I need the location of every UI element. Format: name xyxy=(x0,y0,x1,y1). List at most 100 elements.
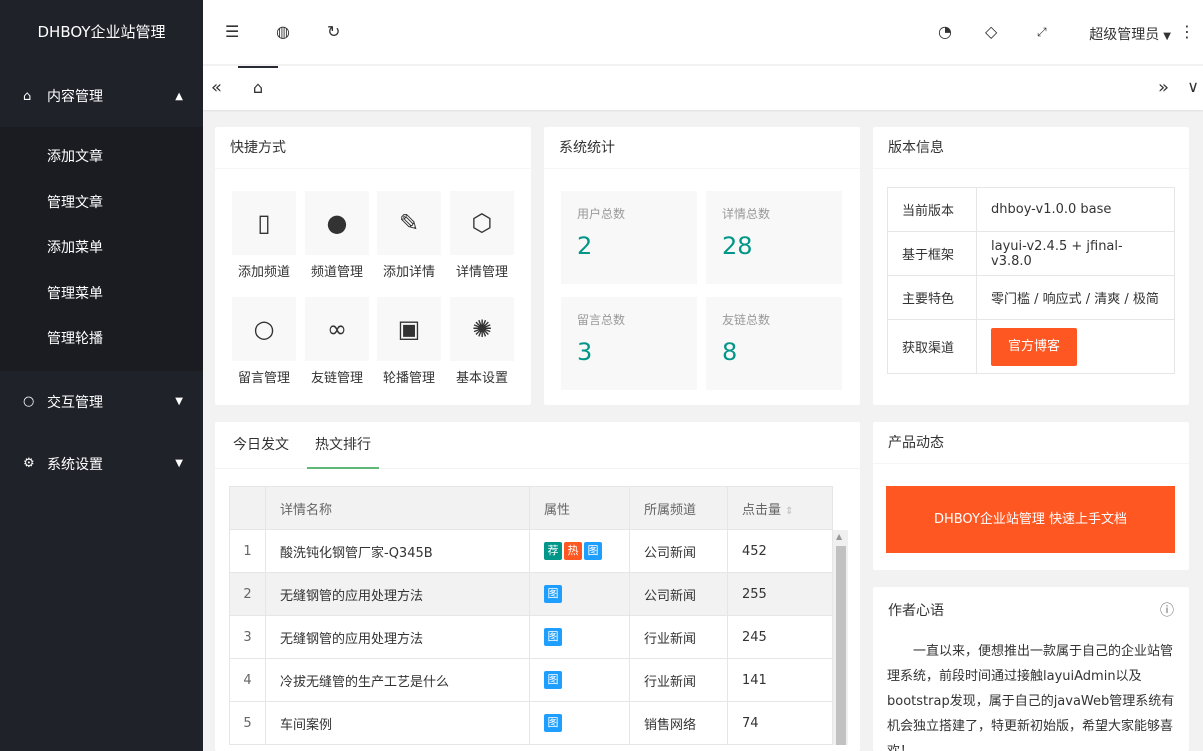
sort-icon[interactable]: ⇕ xyxy=(785,506,793,517)
scroll-thumb[interactable] xyxy=(836,546,846,745)
chevron-down-icon[interactable]: ∨ xyxy=(1187,77,1199,96)
sidebar-group-content[interactable]: ⌂ 内容管理 ▲ xyxy=(0,65,203,127)
shortcut-add-channel[interactable]: ▯ 添加频道 xyxy=(232,191,296,286)
stat-label: 用户总数 xyxy=(577,207,626,221)
tab-hot-ranking[interactable]: 热文排行 xyxy=(307,422,379,469)
app-logo[interactable]: DHBOY企业站管理 xyxy=(0,0,203,65)
shortcut-message-manage[interactable]: ○ 留言管理 xyxy=(232,297,296,392)
admin-menu[interactable]: 超级管理员 ▼ xyxy=(1089,24,1171,44)
more-icon[interactable]: ⋮ xyxy=(1179,22,1195,41)
shortcuts-card: 快捷方式 ▯ 添加频道 ● 频道管理 ✎ 添加详情 ⬡ 详情管理 ○ 留言管理 … xyxy=(215,127,531,405)
col-index xyxy=(229,486,266,530)
row-name[interactable]: 冷拔无缝管的生产工艺是什么 xyxy=(265,658,530,702)
table-row[interactable]: 3 无缝钢管的应用处理方法 图 行业新闻 245 xyxy=(229,615,833,659)
picture-icon: ▣ xyxy=(377,297,441,361)
table-header-row: 详情名称 属性 所属频道 点击量 ⇕ xyxy=(229,486,833,530)
row-index: 1 xyxy=(229,529,266,573)
version-value: dhboy-v1.0.0 base xyxy=(976,187,1175,232)
shortcut-label: 友链管理 xyxy=(310,371,363,386)
stat-details[interactable]: 详情总数 28 xyxy=(706,191,842,284)
shortcut-basic-settings[interactable]: ✺ 基本设置 xyxy=(450,297,514,392)
stat-value: 2 xyxy=(577,232,593,260)
col-name: 详情名称 xyxy=(265,486,530,530)
row-channel: 行业新闻 xyxy=(629,658,728,702)
shortcut-add-detail[interactable]: ✎ 添加详情 xyxy=(377,191,441,286)
row-channel: 销售网络 xyxy=(629,701,728,745)
row-channel: 行业新闻 xyxy=(629,615,728,659)
shortcut-link-manage[interactable]: ∞ 友链管理 xyxy=(305,297,369,392)
bubble-icon: ○ xyxy=(23,394,35,410)
version-key: 主要特色 xyxy=(887,275,977,320)
table-row[interactable]: 5 车间案例 图 销售网络 74 xyxy=(229,701,833,745)
tag-image: 图 xyxy=(544,628,562,646)
stat-links[interactable]: 友链总数 8 xyxy=(706,297,842,390)
tab-today-posts[interactable]: 今日发文 xyxy=(233,422,289,469)
stat-label: 友链总数 xyxy=(722,313,771,327)
card-title: 版本信息 xyxy=(873,127,1189,169)
tabs-scroll-right-icon[interactable]: » xyxy=(1158,77,1169,98)
tabs-scroll-left-icon[interactable]: « xyxy=(211,77,222,98)
stat-messages[interactable]: 留言总数 3 xyxy=(561,297,697,390)
row-clicks: 245 xyxy=(727,615,833,659)
version-key: 当前版本 xyxy=(887,187,977,232)
tab-home[interactable]: ⌂ xyxy=(238,66,278,110)
refresh-icon[interactable]: ↻ xyxy=(327,22,340,41)
col-attr: 属性 xyxy=(529,486,630,530)
shortcut-label: 详情管理 xyxy=(455,265,508,280)
sidebar-group-settings[interactable]: ⚙ 系统设置 ▼ xyxy=(0,433,203,495)
row-name[interactable]: 车间案例 xyxy=(265,701,530,745)
version-value: layui-v2.4.5 + jfinal-v3.8.0 xyxy=(976,231,1175,276)
row-name[interactable]: 无缝钢管的应用处理方法 xyxy=(265,615,530,659)
tag-recommend: 荐 xyxy=(544,542,562,560)
col-clicks[interactable]: 点击量 ⇕ xyxy=(727,486,833,530)
caret-down-icon: ▼ xyxy=(175,458,183,470)
row-channel: 公司新闻 xyxy=(629,529,728,573)
stat-value: 28 xyxy=(722,232,753,260)
compass-icon: ● xyxy=(305,191,369,255)
sidebar: DHBOY企业站管理 ⌂ 内容管理 ▲ 添加文章 管理文章 添加菜单 管理菜单 … xyxy=(0,0,203,751)
tag-icon[interactable]: ◇ xyxy=(985,22,997,41)
fullscreen-icon[interactable]: ⤢ xyxy=(1037,25,1047,40)
sidebar-group-interaction[interactable]: ○ 交互管理 ▼ xyxy=(0,371,203,433)
sidebar-item-manage-menu[interactable]: 管理菜单 xyxy=(0,272,203,318)
admin-name: 超级管理员 xyxy=(1089,27,1160,43)
menu-toggle-icon[interactable]: ☰ xyxy=(225,22,239,41)
quickstart-doc-button[interactable]: DHBOY企业站管理 快速上手文档 xyxy=(886,486,1175,553)
info-icon[interactable]: ⓘ xyxy=(1160,587,1174,635)
globe-icon[interactable]: ◍ xyxy=(276,22,290,41)
table-scrollbar[interactable]: ▲ xyxy=(833,530,848,745)
sidebar-item-manage-article[interactable]: 管理文章 xyxy=(0,181,203,227)
file-icon: ▯ xyxy=(232,191,296,255)
stat-value: 8 xyxy=(722,338,738,366)
stat-users[interactable]: 用户总数 2 xyxy=(561,191,697,284)
table-row[interactable]: 4 冷拔无缝管的生产工艺是什么 图 行业新闻 141 xyxy=(229,658,833,702)
shortcut-label: 留言管理 xyxy=(237,371,290,386)
tag-hot: 热 xyxy=(564,542,582,560)
row-name[interactable]: 酸洗钝化钢管厂家-Q345B xyxy=(265,529,530,573)
stats-card: 系统统计 用户总数 2 详情总数 28 留言总数 3 友链总数 8 xyxy=(544,127,860,405)
top-header: ☰ ◍ ↻ ◔ ◇ ⤢ 超级管理员 ▼ ⋮ xyxy=(203,0,1203,65)
scroll-up-icon[interactable]: ▲ xyxy=(836,532,842,541)
home-icon: ⌂ xyxy=(252,78,264,97)
sidebar-item-add-article[interactable]: 添加文章 xyxy=(0,135,203,181)
sidebar-item-manage-carousel[interactable]: 管理轮播 xyxy=(0,317,203,363)
table-row[interactable]: 1 酸洗钝化钢管厂家-Q345B 荐热图 公司新闻 452 xyxy=(229,529,833,573)
product-card: 产品动态 DHBOY企业站管理 快速上手文档 xyxy=(873,422,1189,570)
shortcut-label: 添加频道 xyxy=(237,265,290,280)
card-title: 快捷方式 xyxy=(215,127,531,169)
sidebar-item-add-menu[interactable]: 添加菜单 xyxy=(0,226,203,272)
page-tabs-bar: « ⌂ » ∨ xyxy=(203,66,1203,110)
version-value: 零门槛 / 响应式 / 清爽 / 极简 xyxy=(976,275,1175,320)
row-tags: 图 xyxy=(529,701,630,745)
official-blog-button[interactable]: 官方博客 xyxy=(991,327,1078,366)
shortcut-label: 轮播管理 xyxy=(382,371,435,386)
link-icon: ∞ xyxy=(305,297,369,361)
row-tags: 图 xyxy=(529,658,630,702)
table-row[interactable]: 2 无缝钢管的应用处理方法 图 公司新闻 255 xyxy=(229,572,833,616)
shortcut-carousel-manage[interactable]: ▣ 轮播管理 xyxy=(377,297,441,392)
theme-icon[interactable]: ◔ xyxy=(938,22,952,41)
author-card: 作者心语 ⓘ 一直以来，便想推出一款属于自己的企业站管理系统，前段时间通过接触l… xyxy=(873,587,1189,751)
shortcut-detail-manage[interactable]: ⬡ 详情管理 xyxy=(450,191,514,286)
shortcut-channel-manage[interactable]: ● 频道管理 xyxy=(305,191,369,286)
row-name[interactable]: 无缝钢管的应用处理方法 xyxy=(265,572,530,616)
